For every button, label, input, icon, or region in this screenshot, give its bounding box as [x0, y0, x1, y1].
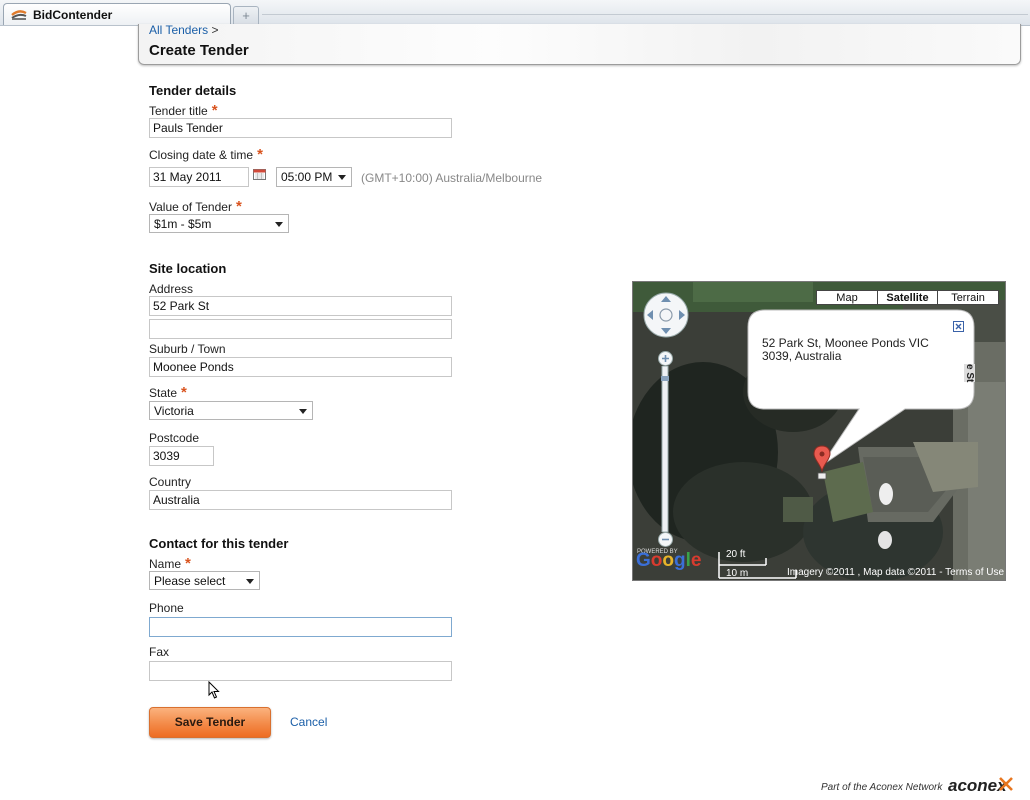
chevron-down-icon	[299, 409, 307, 414]
required-marker: *	[185, 555, 191, 572]
tender-title-label: Tender title *	[149, 102, 218, 119]
save-tender-button[interactable]: Save Tender	[149, 707, 271, 738]
state-select[interactable]: Victoria	[149, 401, 313, 420]
street-label: e St	[964, 364, 975, 383]
address-line1-input[interactable]: 52 Park St	[149, 296, 452, 316]
map-attribution[interactable]: Imagery ©2011 , Map data ©2011 - Terms o…	[787, 567, 1004, 578]
contact-name-label: Name *	[149, 555, 191, 572]
fax-label: Fax	[149, 645, 170, 659]
closing-time-select[interactable]: 05:00 PM	[276, 167, 352, 187]
phone-label: Phone	[149, 601, 184, 615]
timezone-text: (GMT+10:00) Australia/Melbourne	[361, 171, 543, 185]
fax-input[interactable]	[149, 661, 452, 681]
browser-tab-title: BidContender	[33, 8, 113, 22]
closing-date-input[interactable]: 31 May 2011	[149, 167, 249, 187]
info-window	[747, 309, 975, 467]
required-marker: *	[235, 198, 242, 215]
mouse-cursor-icon	[208, 681, 220, 699]
close-icon[interactable]	[953, 321, 964, 332]
new-tab-button[interactable]: +	[233, 6, 259, 24]
suburb-label: Suburb / Town	[149, 342, 226, 356]
calendar-icon[interactable]	[253, 168, 266, 180]
svg-text:aconex: aconex	[948, 776, 1008, 795]
tab-strip-divider	[262, 14, 1028, 15]
breadcrumb-all-tenders-link[interactable]: All Tenders	[149, 23, 208, 37]
bidcontender-logo-icon	[11, 10, 27, 20]
required-marker: *	[257, 146, 263, 163]
page-title: Create Tender	[149, 42, 249, 59]
tender-details-heading: Tender details	[149, 83, 237, 98]
google-logo: Google	[636, 550, 702, 571]
chevron-down-icon	[246, 579, 254, 584]
scale-meters-label: 10 m	[726, 568, 749, 579]
scale-feet-label: 20 ft	[726, 549, 746, 560]
phone-input[interactable]	[149, 617, 452, 637]
breadcrumb-separator: >	[211, 23, 219, 37]
contact-heading: Contact for this tender	[149, 536, 289, 551]
closing-date-label: Closing date & time *	[149, 146, 263, 163]
tender-title-input[interactable]: Pauls Tender	[149, 118, 452, 138]
site-location-heading: Site location	[149, 261, 227, 276]
location-map[interactable]: Map Satellite Terrain 52 Park St, Moonee…	[632, 281, 1006, 581]
cancel-link[interactable]: Cancel	[290, 715, 327, 729]
tender-value-select[interactable]: $1m - $5m	[149, 214, 289, 233]
breadcrumb: All Tenders >	[149, 23, 219, 37]
footer-network-text: Part of the Aconex Network	[821, 782, 943, 793]
address-line2-input[interactable]	[149, 319, 452, 339]
suburb-input[interactable]: Moonee Ponds	[149, 357, 452, 377]
state-label: State *	[149, 384, 187, 401]
map-marker-icon[interactable]	[813, 445, 831, 481]
required-marker: *	[181, 384, 187, 401]
postcode-input[interactable]: 3039	[149, 446, 214, 466]
browser-tab[interactable]: BidContender	[3, 3, 231, 25]
info-window-address: 52 Park St, Moonee Ponds VIC 3039, Austr…	[762, 336, 929, 363]
required-marker: *	[211, 102, 218, 119]
country-label: Country	[149, 475, 192, 489]
chevron-down-icon	[275, 222, 283, 227]
country-input[interactable]: Australia	[149, 490, 452, 510]
address-label: Address	[149, 282, 194, 296]
page-header-panel	[138, 24, 1021, 65]
tender-value-label: Value of Tender *	[149, 198, 242, 215]
aconex-logo[interactable]: aconex	[948, 775, 1014, 795]
chevron-down-icon	[338, 175, 346, 180]
contact-name-select[interactable]: Please select	[149, 571, 260, 590]
postcode-label: Postcode	[149, 431, 200, 445]
